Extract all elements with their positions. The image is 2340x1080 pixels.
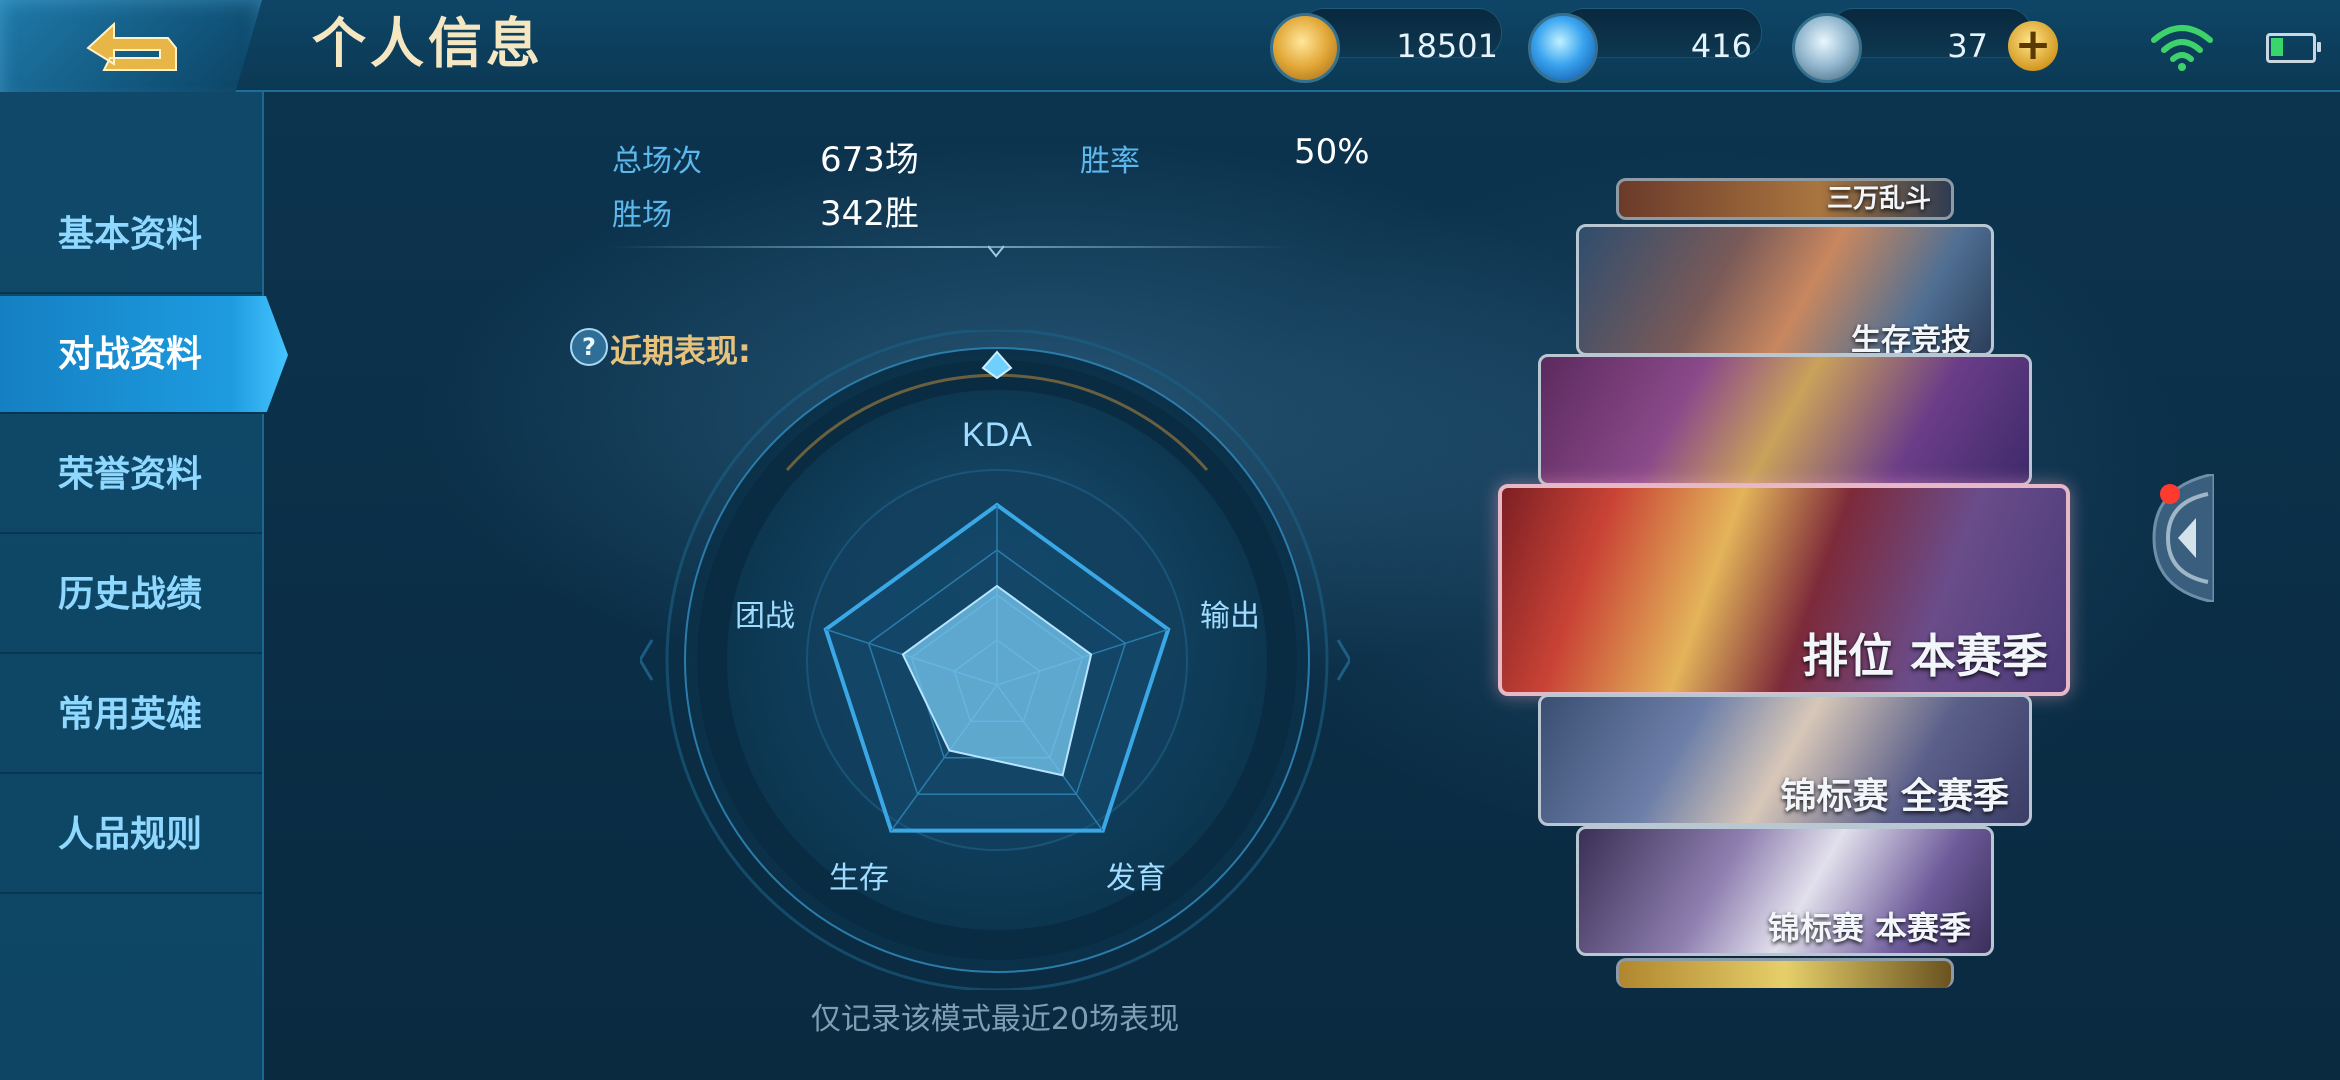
back-arrow-icon [86,21,177,71]
radar-axis-farming: 发育 [1106,861,1166,896]
diamond-value: 416 [1690,27,1752,65]
battery-icon [2266,33,2321,63]
mode-card-ranked-current-season[interactable]: 排位 本赛季 [1498,484,2070,696]
help-icon[interactable]: ? [570,328,608,366]
sidebar-item-common-heroes[interactable]: 常用英雄 [0,656,262,774]
coupon-value: 37 [1947,27,1988,65]
mode-card-tournament-all-seasons[interactable]: 锦标赛 全赛季 [1538,694,2032,826]
back-button[interactable] [0,0,262,104]
radar-axis-damage: 输出 [1200,599,1260,634]
battery-level [2271,38,2283,56]
performance-radar-chart: KDA 输出 发育 生存 团战 [640,330,1350,990]
radar-left-chevron-icon [640,639,654,681]
top-bar: 个人信息 18501 416 37 + [0,0,2340,104]
radar-caption: 仅记录该模式最近20场表现 [810,1002,1180,1037]
wifi-icon [2151,25,2213,71]
side-panel-handle[interactable] [2150,474,2214,602]
gold-coin-icon [1270,13,1340,83]
total-matches-value: 673场 [820,140,919,180]
sidebar-item-reputation-rules[interactable]: 人品规则 [0,776,262,894]
mode-card-more[interactable] [1616,958,1954,988]
mode-card-hidden[interactable] [1538,354,2032,486]
stats-divider [610,246,1290,248]
sidebar-item-honor-info[interactable]: 荣誉资料 [0,416,262,534]
wins-value: 342胜 [820,194,919,234]
page-title: 个人信息 [312,12,544,75]
win-rate-value: 50% [1294,132,1370,172]
add-currency-button[interactable]: + [2008,21,2058,71]
mode-card-label: 锦标赛 全赛季 [1780,776,2009,817]
sidebar-item-match-history[interactable]: 历史战绩 [0,536,262,654]
mode-card-survival[interactable]: 生存竞技 [1576,224,1994,356]
radar-right-chevron-icon [1336,639,1350,681]
mode-card-label: 生存竞技 [1851,323,1971,356]
wins-label: 胜场 [612,198,672,233]
mode-card-label: 锦标赛 本赛季 [1767,909,1971,947]
mode-card-label: 排位 本赛季 [1801,629,2048,683]
win-rate-label: 胜率 [1080,144,1140,179]
mode-card-label: 三万乱斗 [1826,184,1931,214]
diamond-icon [1528,13,1598,83]
radar-axis-teamfight: 团战 [735,599,795,634]
divider-chevron-icon [988,245,1004,258]
notification-dot [2160,484,2180,504]
radar-axis-survival: 生存 [829,861,889,896]
total-matches-label: 总场次 [612,144,702,179]
sidebar-item-basic-info[interactable]: 基本资料 [0,176,262,294]
mode-card-tournament-current-season[interactable]: 锦标赛 本赛季 [1576,826,1994,956]
mode-card-30k-brawl[interactable]: 三万乱斗 [1616,178,1954,220]
gold-value: 18501 [1396,27,1498,65]
sidebar-item-battle-info[interactable]: 对战资料 [0,296,288,414]
radar-axis-kda: KDA [962,416,1032,454]
